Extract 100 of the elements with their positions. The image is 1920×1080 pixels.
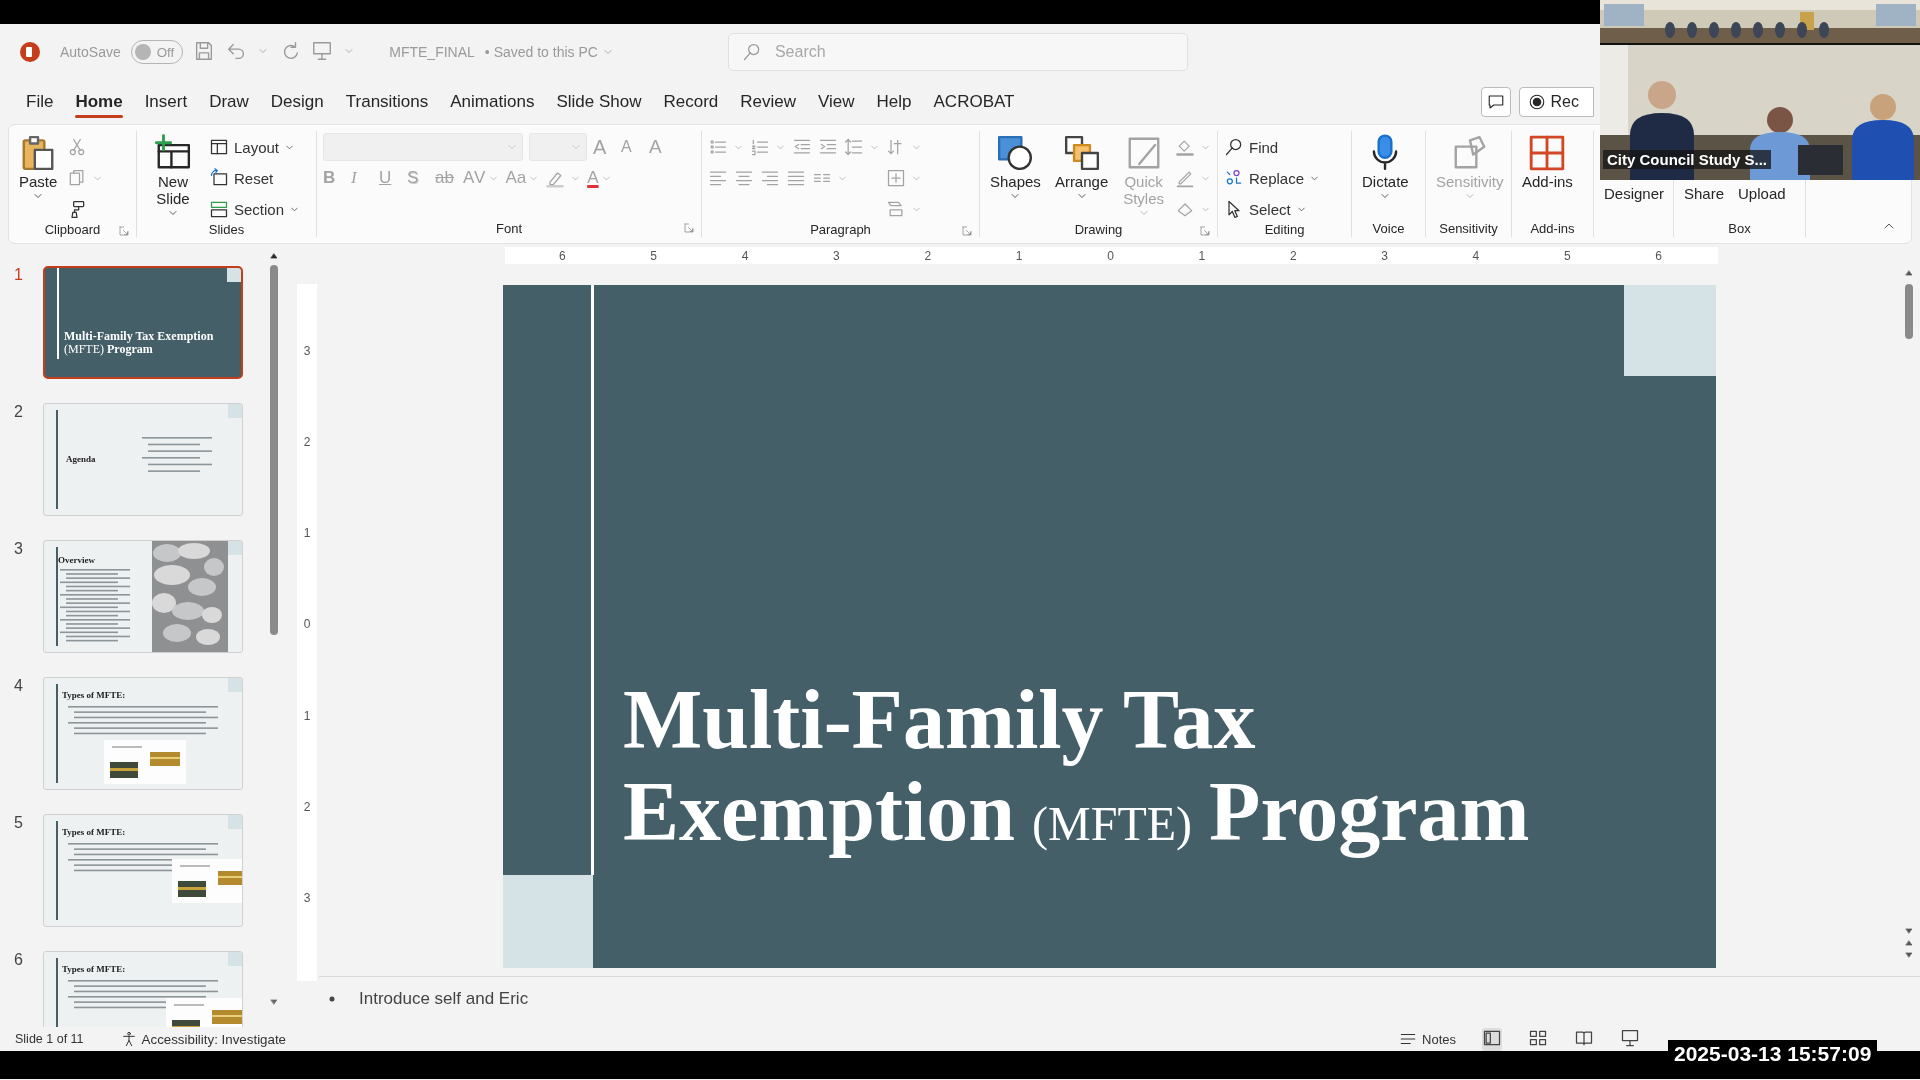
slide-thumbnail[interactable]: Types of MFTE: — [43, 814, 243, 927]
record-button[interactable]: Rec — [1518, 87, 1594, 117]
scrollbar-thumb[interactable] — [1905, 284, 1913, 339]
add-ins-button[interactable]: Add-ins — [1518, 131, 1577, 192]
menu-tab[interactable]: ACROBAT — [922, 84, 1026, 120]
dictate-button[interactable]: Dictate — [1358, 131, 1413, 204]
ruler-number: 4 — [741, 248, 749, 263]
ruler-number: 0 — [1107, 248, 1114, 263]
upload-button[interactable]: Upload — [1734, 183, 1790, 204]
find-button[interactable]: Find — [1224, 134, 1279, 160]
dialog-launcher-icon — [961, 225, 973, 237]
slide-number: 4 — [13, 677, 24, 695]
group-label: Paragraph — [810, 222, 871, 237]
menu-tab[interactable]: Record — [652, 84, 730, 120]
monitor-icon — [311, 39, 334, 62]
search-icon — [1224, 137, 1244, 157]
ruler-number: 3 — [833, 248, 840, 263]
slide-number: 1 — [13, 266, 24, 284]
record-icon — [1527, 93, 1546, 111]
search-field[interactable]: Search — [727, 33, 1188, 71]
menu-tab[interactable]: View — [807, 84, 866, 120]
slide-number: 2 — [13, 403, 24, 421]
shapes-button[interactable]: Shapes — [986, 131, 1045, 204]
slide-title: Multi-Family Tax Exemption (MFTE) Program — [623, 680, 1531, 860]
ruler-number: 2 — [1289, 248, 1297, 263]
grid-icon — [1528, 134, 1567, 172]
slide-thumbnail[interactable]: Agenda — [43, 403, 243, 516]
accessibility-icon — [120, 1031, 137, 1047]
slide-thumbnail[interactable]: Types of MFTE: — [43, 677, 243, 790]
corner-block — [228, 541, 242, 555]
normal-view-button[interactable] — [1482, 1027, 1502, 1051]
thumbnail-title: Agenda — [66, 454, 96, 464]
group-label: Font — [496, 220, 522, 236]
triangle-up-icon — [269, 251, 279, 261]
speaker-note: Introduce self and Eric — [359, 989, 529, 1009]
slide-number: 3 — [13, 540, 24, 558]
section-button[interactable]: Section — [209, 196, 301, 222]
layout-button[interactable]: Layout — [209, 134, 296, 160]
ruler-number: 0 — [303, 617, 311, 632]
group-label: Sensitivity — [1439, 220, 1498, 236]
arrange-button[interactable]: Arrange — [1050, 131, 1113, 204]
menu-tab[interactable]: Home — [64, 84, 134, 120]
shapes-icon — [996, 134, 1035, 172]
slide-counter: Slide 1 of 11 — [15, 1032, 84, 1046]
triangle-down-icon — [1904, 926, 1914, 936]
menu-tab[interactable]: Review — [729, 84, 807, 120]
dialog-launcher-icon — [683, 222, 695, 234]
save-status: • Saved to this PC — [484, 44, 598, 60]
group-label: Add-ins — [1530, 220, 1575, 236]
triangle-up-icon — [1904, 938, 1914, 948]
menu-tab[interactable]: Design — [259, 84, 335, 120]
ruler-number: 3 — [1381, 248, 1388, 263]
section-icon — [209, 199, 229, 219]
monitor-icon — [1620, 1027, 1640, 1048]
autosave-label: AutoSave — [60, 44, 121, 60]
menu-tab[interactable]: Animations — [439, 84, 546, 120]
notes-button[interactable]: Notes — [1399, 1030, 1456, 1048]
arrange-icon — [1062, 134, 1101, 172]
designer-button[interactable]: Designer — [1600, 183, 1669, 204]
replace-button[interactable]: Replace — [1224, 165, 1321, 191]
ruler-number: 1 — [1015, 248, 1023, 263]
ruler-number: 6 — [1655, 248, 1662, 263]
select-button[interactable]: Select — [1224, 196, 1307, 222]
align-text-icon — [886, 168, 906, 188]
share-button[interactable]: Share — [1680, 183, 1729, 204]
ruler-number: 1 — [303, 708, 311, 723]
menu-tab[interactable]: File — [15, 84, 65, 120]
new-slide-button[interactable]: New Slide — [143, 131, 203, 221]
thumbnail-title: Types of MFTE: — [62, 964, 126, 974]
menu-tab[interactable]: Help — [865, 84, 923, 120]
comments-button[interactable] — [1480, 87, 1511, 117]
line-spacing-icon — [844, 137, 864, 157]
search-icon — [741, 42, 762, 62]
bullets-icon — [708, 137, 728, 157]
comment-icon — [1486, 93, 1505, 111]
group-label: Box — [1728, 220, 1751, 236]
menu-tab[interactable]: Insert — [133, 84, 199, 120]
triangle-down-icon — [1904, 950, 1914, 960]
reset-button[interactable]: Reset — [209, 165, 274, 191]
paste-button[interactable]: Paste — [15, 131, 62, 204]
slide-thumbnail[interactable]: Overview — [43, 540, 243, 653]
scrollbar-thumb[interactable] — [270, 265, 278, 635]
menu-tab[interactable]: Slide Show — [545, 84, 653, 120]
file-name: MFTE_FINAL — [389, 44, 475, 60]
thumbnail-title: Multi-Family Tax Exemption (MFTE) Program — [64, 330, 215, 356]
menu-tab[interactable]: Draw — [198, 84, 260, 120]
ruler-number: 5 — [1563, 248, 1571, 263]
slide-thumbnail[interactable]: Types of MFTE: — [43, 951, 243, 1027]
ruler-number: 5 — [650, 248, 658, 263]
ruler-number: 2 — [924, 248, 932, 263]
corner-block — [228, 678, 242, 692]
group-label: Drawing — [1074, 222, 1123, 237]
slide-thumbnail[interactable]: Multi-Family Tax Exemption (MFTE) Program — [43, 266, 243, 379]
thumbnail-title: Types of MFTE: — [62, 690, 126, 700]
menu-tab[interactable]: Transitions — [334, 84, 440, 120]
accessibility-button[interactable]: Accessibility: Investigate — [120, 1031, 287, 1047]
thumbnail-title: Overview — [58, 555, 95, 565]
slide-number: 6 — [13, 951, 24, 969]
corner-block — [227, 268, 241, 282]
ruler-number: 2 — [303, 799, 311, 814]
